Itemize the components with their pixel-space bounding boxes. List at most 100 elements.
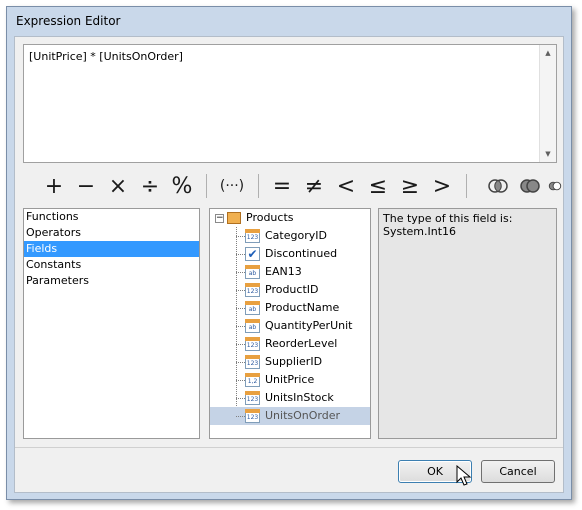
description-line-2: System.Int16: [383, 225, 457, 238]
toolbar-separator: [466, 174, 467, 198]
toolbar-separator: [206, 174, 207, 198]
minus-button[interactable]: −: [72, 171, 100, 201]
string-field-icon: ab: [245, 265, 260, 279]
tree-field-label: UnitsInStock: [265, 391, 334, 404]
dialog-title: Expression Editor: [16, 14, 121, 28]
string-field-icon: ab: [245, 319, 260, 333]
multiply-button[interactable]: ×: [104, 171, 132, 201]
less-equal-button[interactable]: ≤: [364, 171, 392, 201]
tree-connector: [236, 272, 245, 273]
modulo-button[interactable]: %: [168, 171, 196, 201]
venn-not-icon: [548, 181, 562, 191]
tree-field-label: ReorderLevel: [265, 337, 338, 350]
logical-or-button[interactable]: [516, 171, 544, 201]
category-list[interactable]: Functions Operators Fields Constants Paramet…: [23, 208, 200, 439]
scroll-up-icon[interactable]: ▲: [540, 45, 556, 61]
integer-field-icon: 123: [245, 283, 260, 297]
tree-field-item[interactable]: ✔ Discontinued: [210, 245, 370, 263]
tree-connector: [236, 290, 245, 291]
editor-vertical-scrollbar[interactable]: ▲ ▼: [539, 45, 556, 162]
collapse-icon[interactable]: −: [215, 214, 224, 223]
tree-connector: [236, 254, 245, 255]
expression-text[interactable]: [UnitPrice] * [UnitsOnOrder]: [29, 50, 183, 63]
integer-field-icon: 123: [245, 229, 260, 243]
category-item-fields[interactable]: Fields: [24, 241, 199, 257]
category-item-parameters[interactable]: Parameters: [24, 273, 199, 289]
integer-field-icon: 123: [245, 337, 260, 351]
expression-text-area[interactable]: [UnitPrice] * [UnitsOnOrder] ▲ ▼: [23, 44, 557, 163]
integer-field-icon: 123: [245, 355, 260, 369]
tree-field-item[interactable]: 123 ProductID: [210, 281, 370, 299]
integer-field-icon: 123: [245, 409, 260, 423]
field-tree[interactable]: − Products 123 CategoryID ✔ Discontinued ab E…: [209, 208, 371, 439]
tree-field-label: EAN13: [265, 265, 302, 278]
tree-field-label: SupplierID: [265, 355, 323, 368]
tree-connector: [236, 362, 245, 363]
field-type-glyph: 123: [246, 342, 259, 349]
field-type-glyph: 123: [246, 234, 259, 241]
equal-button[interactable]: =: [268, 171, 296, 201]
tree-connector: [236, 344, 245, 345]
expression-editor-dialog: Expression Editor [UnitPrice] * [UnitsOn…: [6, 6, 572, 500]
mouse-cursor-icon: [456, 465, 472, 486]
field-type-glyph: ab: [248, 324, 257, 331]
integer-field-icon: 123: [245, 391, 260, 405]
field-type-glyph: 1,2: [247, 378, 258, 385]
tree-field-label: UnitPrice: [265, 373, 315, 386]
venn-union-icon: [520, 179, 540, 193]
tree-field-item[interactable]: 123 UnitsOnOrder: [210, 407, 370, 425]
cancel-button[interactable]: Cancel: [481, 460, 555, 483]
logical-not-button[interactable]: [548, 171, 562, 201]
tree-field-label: ProductName: [265, 301, 340, 314]
tree-connector: [236, 416, 245, 417]
greater-equal-button[interactable]: ≥: [396, 171, 424, 201]
tree-field-label: UnitsOnOrder: [265, 409, 341, 422]
field-type-glyph: 123: [246, 414, 259, 421]
string-field-icon: ab: [245, 301, 260, 315]
boolean-field-icon: ✔: [245, 247, 260, 261]
tree-root-label: Products: [246, 211, 294, 224]
field-type-glyph: 123: [246, 396, 259, 403]
tree-connector: [236, 308, 245, 309]
tree-field-item[interactable]: ab QuantityPerUnit: [210, 317, 370, 335]
field-type-glyph: ab: [248, 270, 257, 277]
tree-field-item[interactable]: 123 CategoryID: [210, 227, 370, 245]
tree-connector: [236, 236, 245, 237]
field-type-glyph: ab: [248, 306, 257, 313]
tree-field-label: Discontinued: [265, 247, 338, 260]
less-button[interactable]: <: [332, 171, 360, 201]
decimal-field-icon: 1,2: [245, 373, 260, 387]
toolbar-separator: [258, 174, 259, 198]
description-line-1: The type of this field is:: [383, 212, 513, 225]
tree-field-item[interactable]: 123 ReorderLevel: [210, 335, 370, 353]
tree-field-item[interactable]: 1,2 UnitPrice: [210, 371, 370, 389]
description-panel: The type of this field is: System.Int16: [378, 208, 557, 439]
venn-intersection-icon: [488, 179, 508, 193]
scroll-down-icon[interactable]: ▼: [540, 146, 556, 162]
tree-connector: [236, 398, 245, 399]
plus-button[interactable]: +: [40, 171, 68, 201]
dialog-client-area: [UnitPrice] * [UnitsOnOrder] ▲ ▼ + − × ÷…: [14, 36, 564, 493]
tree-field-label: ProductID: [265, 283, 319, 296]
greater-button[interactable]: >: [428, 171, 456, 201]
tree-connector: [236, 326, 245, 327]
operator-toolbar: + − × ÷ % (···) = ≠ < ≤ ≥ >: [40, 171, 562, 201]
tree-field-item[interactable]: 123 SupplierID: [210, 353, 370, 371]
logical-and-button[interactable]: [484, 171, 512, 201]
category-item-functions[interactable]: Functions: [24, 209, 199, 225]
footer-divider: [15, 447, 563, 448]
category-item-constants[interactable]: Constants: [24, 257, 199, 273]
field-type-glyph: 123: [246, 288, 259, 295]
not-equal-button[interactable]: ≠: [300, 171, 328, 201]
category-item-operators[interactable]: Operators: [24, 225, 199, 241]
tree-field-label: QuantityPerUnit: [265, 319, 353, 332]
tree-field-item[interactable]: ab EAN13: [210, 263, 370, 281]
table-icon: [227, 212, 241, 224]
divide-button[interactable]: ÷: [136, 171, 164, 201]
tree-field-item[interactable]: ab ProductName: [210, 299, 370, 317]
field-type-glyph: 123: [246, 360, 259, 367]
tree-field-label: CategoryID: [265, 229, 327, 242]
tree-root-products[interactable]: − Products: [210, 209, 370, 227]
brackets-button[interactable]: (···): [216, 171, 248, 201]
tree-field-item[interactable]: 123 UnitsInStock: [210, 389, 370, 407]
